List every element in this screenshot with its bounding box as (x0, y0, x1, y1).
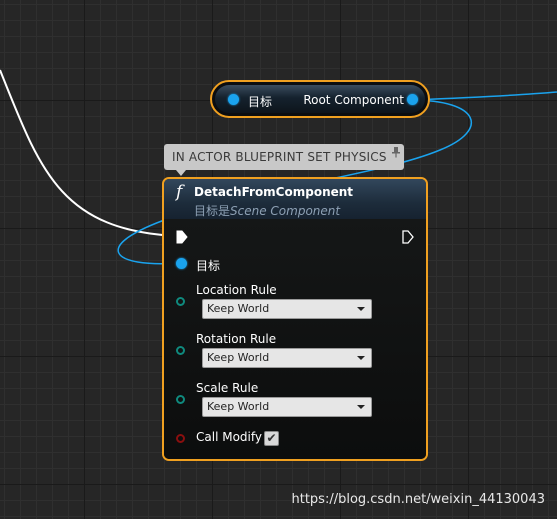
root-component-output-pin[interactable] (407, 94, 418, 105)
rotation-rule-dropdown[interactable]: Keep World (202, 348, 372, 368)
exec-wire (0, 69, 177, 237)
node-subtitle: 目标是Scene Component (194, 202, 340, 219)
checkmark-icon: ✔ (266, 431, 277, 445)
root-component-output-label: Root Component (303, 93, 404, 107)
call-modify-label: Call Modify (196, 430, 262, 444)
detach-from-component-node[interactable]: f DetachFromComponent 目标是Scene Component… (162, 177, 428, 461)
node-comment-bubble[interactable]: IN ACTOR BLUEPRINT SET PHYSICS (164, 144, 404, 176)
rotation-rule-label: Rotation Rule (196, 332, 277, 346)
chevron-down-icon (357, 405, 365, 409)
node-title: DetachFromComponent (194, 185, 354, 199)
location-rule-label: Location Rule (196, 283, 277, 297)
target-input-label: 目标 (248, 95, 273, 109)
exec-output-pin-icon[interactable] (402, 230, 414, 244)
target-pin-label: 目标 (196, 259, 221, 273)
scale-rule-pin[interactable] (176, 395, 185, 404)
call-modify-pin[interactable] (176, 434, 185, 443)
function-icon: f (176, 182, 183, 202)
chevron-down-icon (357, 307, 365, 311)
root-component-outgoing-wire (410, 91, 557, 101)
node-subtitle-prefix: 目标是 (194, 204, 231, 218)
scale-rule-dropdown[interactable]: Keep World (202, 397, 372, 417)
node-header: f DetachFromComponent 目标是Scene Component (164, 179, 426, 219)
node-comment-text: IN ACTOR BLUEPRINT SET PHYSICS (172, 150, 387, 164)
scale-rule-value: Keep World (207, 400, 270, 413)
location-rule-pin[interactable] (176, 297, 185, 306)
rotation-rule-pin[interactable] (176, 346, 185, 355)
location-rule-value: Keep World (207, 302, 270, 315)
root-component-node[interactable]: 目标 Root Component (210, 80, 430, 118)
rotation-rule-value: Keep World (207, 351, 270, 364)
location-rule-dropdown[interactable]: Keep World (202, 299, 372, 319)
exec-input-pin-icon[interactable] (176, 230, 188, 244)
call-modify-checkbox[interactable]: ✔ (264, 431, 279, 446)
target-input-pin[interactable] (228, 94, 239, 105)
target-pin[interactable] (176, 258, 187, 269)
node-subtitle-type: Scene Component (230, 204, 341, 218)
watermark-url: https://blog.csdn.net/weixin_44130043 (291, 492, 545, 507)
chevron-down-icon (357, 356, 365, 360)
pin-icon[interactable] (391, 146, 401, 158)
scale-rule-label: Scale Rule (196, 381, 259, 395)
